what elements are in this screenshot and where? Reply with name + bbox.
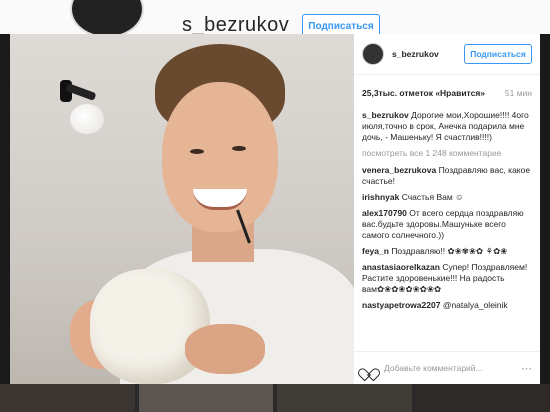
caption-username[interactable]: s_bezrukov: [362, 110, 409, 120]
post-time: 51 мин: [504, 88, 532, 98]
grid-thumbnail[interactable]: [277, 384, 412, 412]
overlay-right-edge: [540, 34, 550, 384]
comment-item: alex170790 От всего сердца поздравляю ва…: [362, 208, 534, 241]
photo-eye: [232, 146, 246, 151]
photo-lamp: [70, 104, 104, 134]
post-header: s_bezrukov Подписаться: [354, 34, 540, 75]
photo-eye: [190, 149, 204, 154]
author-username[interactable]: s_bezrukov: [392, 49, 439, 59]
comment-item: anastasiaorelkazan Супер! Поздравляем! Р…: [362, 262, 534, 295]
photo-hand: [185, 324, 265, 374]
overlay-left-edge: [0, 34, 10, 384]
post-photo[interactable]: [10, 34, 354, 384]
comment-username[interactable]: irishnyak: [362, 192, 399, 202]
post-footer: Добавьте комментарий... ⋯: [354, 351, 540, 384]
background-post-grid: [0, 384, 550, 412]
follow-button[interactable]: Подписаться: [464, 44, 532, 64]
comment-text: Поздравляю!! ✿❀✾❀✿ ⚘✿❀: [391, 246, 508, 256]
comment-username[interactable]: nastyapetrowa2207: [362, 300, 440, 310]
post-modal: s_bezrukov Подписаться 25,3тыс. отметок …: [10, 34, 540, 384]
likes-count[interactable]: 25,3тыс. отметок «Нравится»: [362, 88, 485, 98]
grid-thumbnail[interactable]: [0, 384, 135, 412]
comment-text[interactable]: @natalya_oleinik: [443, 300, 508, 310]
comment-username[interactable]: anastasiaorelkazan: [362, 262, 440, 272]
comment-item: feya_n Поздравляю!! ✿❀✾❀✿ ⚘✿❀: [362, 246, 534, 257]
add-comment-input[interactable]: Добавьте комментарий...: [384, 363, 483, 373]
heart-icon[interactable]: [362, 363, 374, 374]
comment-item: nastyapetrowa2207 @natalya_oleinik: [362, 300, 534, 311]
caption: s_bezrukov Дорогие мои,Хорошие!!!! 4ого …: [362, 110, 534, 143]
comment-username[interactable]: venera_bezrukova: [362, 165, 436, 175]
profile-header-background: s_bezrukov Подписаться: [0, 0, 550, 38]
comment-item: venera_bezrukova Поздравляю вас, какое с…: [362, 165, 534, 187]
comment-username[interactable]: alex170790: [362, 208, 407, 218]
author-avatar[interactable]: [362, 43, 384, 65]
comment-text: Счастья Вам ☺: [401, 192, 464, 202]
grid-thumbnail[interactable]: [138, 384, 273, 412]
more-options-icon[interactable]: ⋯: [521, 362, 532, 375]
profile-avatar: [70, 0, 144, 38]
view-all-comments-link[interactable]: посмотреть все 1 248 комментарие: [362, 148, 534, 159]
post-side-panel: s_bezrukov Подписаться 25,3тыс. отметок …: [354, 34, 540, 384]
comments-list: s_bezrukov Дорогие мои,Хорошие!!!! 4ого …: [362, 110, 534, 316]
grid-thumbnail[interactable]: [415, 384, 550, 412]
comment-item: irishnyak Счастья Вам ☺: [362, 192, 534, 203]
comment-username[interactable]: feya_n: [362, 246, 389, 256]
photo-baby: [90, 269, 210, 384]
